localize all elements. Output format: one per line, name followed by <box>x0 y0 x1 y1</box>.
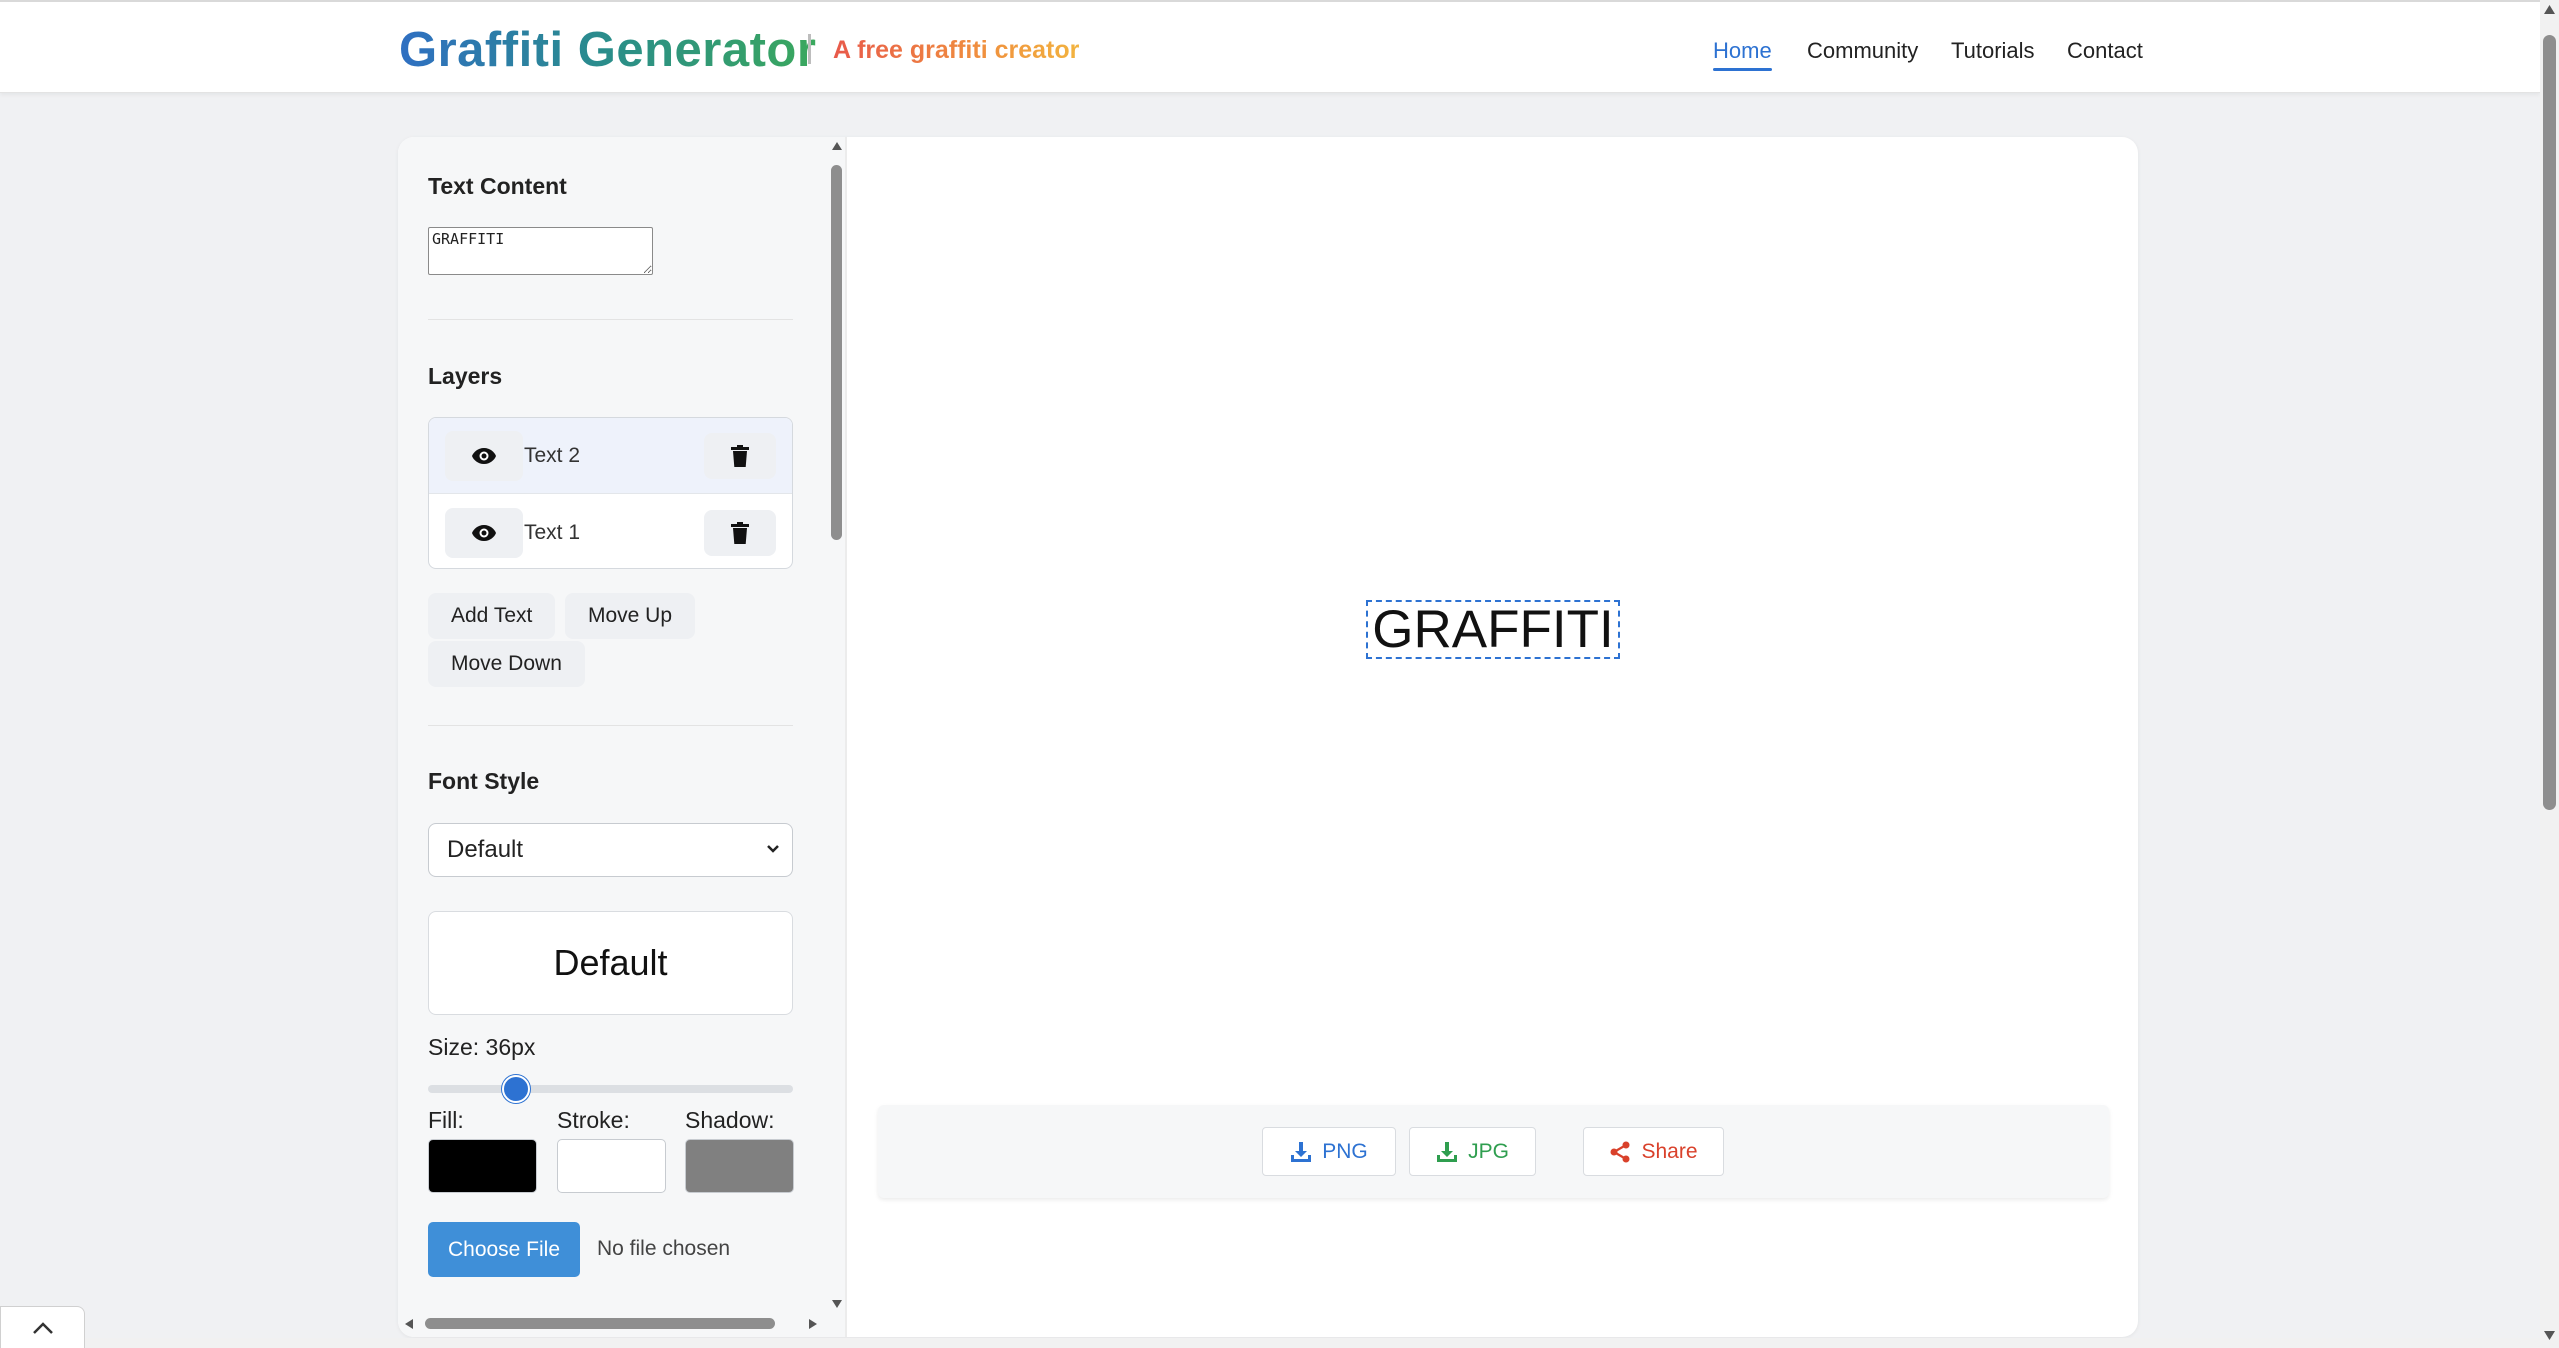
layers-title: Layers <box>428 363 503 389</box>
text-content-title: Text Content <box>428 173 567 199</box>
page-scrollbar-thumb[interactable] <box>2543 35 2556 810</box>
delete-layer-button[interactable] <box>704 510 776 556</box>
layers-list: Text 2 Text 1 <box>428 417 793 569</box>
toggle-visibility-button[interactable] <box>445 508 523 558</box>
choose-file-button[interactable]: Choose File <box>428 1222 580 1277</box>
png-label: PNG <box>1322 1139 1368 1163</box>
text-content-input[interactable]: GRAFFITI <box>428 227 653 275</box>
font-style-select[interactable]: Default <box>428 823 793 877</box>
file-status: No file chosen <box>597 1237 731 1260</box>
nav-home[interactable]: Home <box>1713 38 1772 64</box>
shadow-color-picker[interactable] <box>685 1139 794 1193</box>
share-icon <box>1610 1141 1630 1162</box>
stroke-color-picker[interactable] <box>557 1139 666 1193</box>
add-text-button[interactable]: Add Text <box>428 593 556 639</box>
tagline: A free graffiti creator <box>833 36 1080 64</box>
fill-color-picker[interactable] <box>428 1139 537 1193</box>
brand-separator <box>808 34 811 64</box>
editor-container: Text Content GRAFFITI Layers Text 2 Text… <box>398 137 2138 1337</box>
size-slider[interactable] <box>428 1085 793 1093</box>
layer-row[interactable]: Text 2 <box>429 418 792 494</box>
download-png-button[interactable]: PNG <box>1262 1127 1396 1176</box>
site-header: Graffiti Generator A free graffiti creat… <box>0 0 2540 93</box>
nav-active-indicator <box>1713 68 1772 71</box>
chevron-up-icon <box>32 1321 53 1334</box>
share-button[interactable]: Share <box>1583 1127 1724 1176</box>
layer-row[interactable]: Text 1 <box>429 495 792 568</box>
shadow-label: Shadow: <box>685 1107 775 1133</box>
export-toolbar: PNG JPG Share <box>878 1105 2109 1198</box>
scroll-up-arrow-icon[interactable] <box>2543 4 2556 15</box>
scroll-left-arrow-icon[interactable] <box>404 1318 414 1330</box>
brand-logo[interactable]: Graffiti Generator <box>399 22 816 78</box>
eye-icon <box>472 447 496 464</box>
section-divider <box>428 725 793 726</box>
section-divider <box>428 319 793 320</box>
toggle-visibility-button[interactable] <box>445 430 523 481</box>
trash-icon <box>731 522 749 544</box>
sidebar-scrollbar-thumb[interactable] <box>831 165 842 540</box>
jpg-label: JPG <box>1468 1139 1509 1163</box>
scroll-down-arrow-icon[interactable] <box>2543 1330 2556 1341</box>
scroll-down-arrow-icon[interactable] <box>831 1299 843 1309</box>
fill-label: Fill: <box>428 1107 464 1133</box>
layer-label: Text 1 <box>524 521 581 544</box>
panel-divider <box>845 137 847 1337</box>
trash-icon <box>731 444 749 467</box>
size-label: Size: 36px <box>428 1034 536 1060</box>
font-style-selected: Default <box>447 836 524 863</box>
nav-contact[interactable]: Contact <box>2067 38 2143 64</box>
nav-community[interactable]: Community <box>1807 38 1918 64</box>
stroke-label: Stroke: <box>557 1107 630 1133</box>
controls-sidebar: Text Content GRAFFITI Layers Text 2 Text… <box>398 137 828 1337</box>
size-slider-thumb[interactable] <box>502 1075 530 1103</box>
scroll-up-arrow-icon[interactable] <box>831 141 843 151</box>
nav-tutorials[interactable]: Tutorials <box>1951 38 2035 64</box>
layer-label: Text 2 <box>524 443 581 467</box>
chevron-down-icon <box>767 845 779 853</box>
scroll-right-arrow-icon[interactable] <box>808 1318 818 1330</box>
page-hscrollbar[interactable] <box>0 1338 2540 1348</box>
collapse-toggle-button[interactable] <box>0 1306 85 1348</box>
sidebar-hscrollbar-thumb[interactable] <box>425 1318 775 1329</box>
download-jpg-button[interactable]: JPG <box>1409 1127 1536 1176</box>
eye-icon <box>472 525 496 541</box>
download-icon <box>1437 1141 1458 1162</box>
move-up-button[interactable]: Move Up <box>565 593 696 639</box>
font-preview: Default <box>428 911 793 1015</box>
font-style-title: Font Style <box>428 768 540 794</box>
share-label: Share <box>1641 1139 1698 1163</box>
delete-layer-button[interactable] <box>704 432 776 479</box>
download-icon <box>1291 1141 1312 1162</box>
canvas-text-object[interactable]: GRAFFITI <box>1366 600 1620 659</box>
move-down-button[interactable]: Move Down <box>428 641 585 687</box>
